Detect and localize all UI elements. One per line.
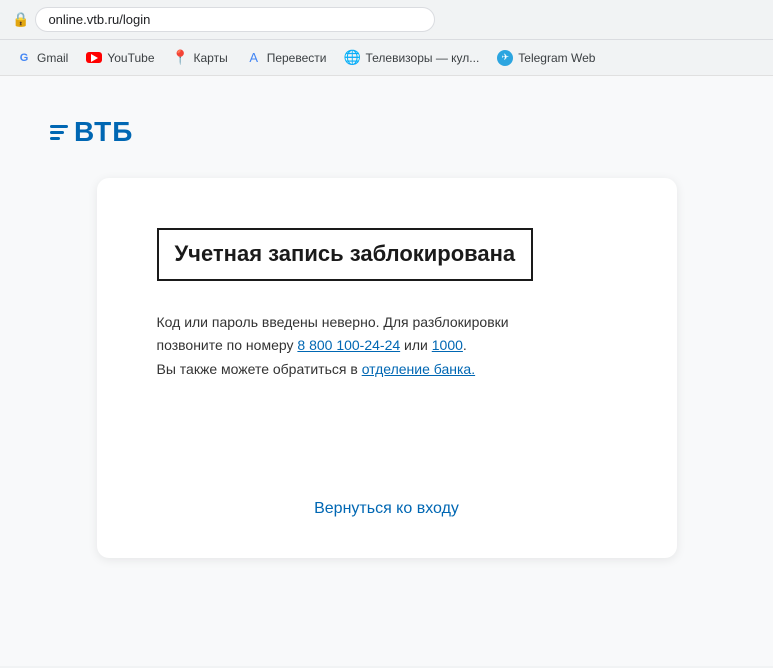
browser-chrome: 🔒 online.vtb.ru/login G Gmail YouTube 📍 — [0, 0, 773, 76]
youtube-icon — [86, 52, 102, 63]
bookmark-gmail-label: Gmail — [37, 51, 68, 65]
lock-icon: 🔒 — [12, 11, 29, 28]
vtb-logo-area: ВТБ — [20, 96, 753, 168]
tvs-favicon: 🌐 — [344, 50, 360, 66]
card-top: Учетная запись заблокирована Код или пар… — [157, 228, 617, 430]
back-link-area: Вернуться ко входу — [157, 470, 617, 518]
vtb-logo-text: ВТБ — [74, 116, 133, 148]
phone2-link[interactable]: 1000 — [432, 337, 463, 353]
translate-favicon: A — [246, 50, 262, 66]
telegram-favicon: ✈ — [497, 50, 513, 66]
gmail-favicon: G — [16, 50, 32, 66]
bookmark-youtube[interactable]: YouTube — [78, 46, 162, 70]
bookmark-tvs[interactable]: 🌐 Телевизоры — кул... — [336, 46, 487, 70]
globe-icon: 🌐 — [344, 49, 361, 66]
vtb-logo: ВТБ — [50, 116, 133, 148]
maps-pin-icon: 📍 — [172, 49, 189, 66]
vtb-stripe-icon — [50, 125, 68, 140]
body-text-line3: Вы также можете обратиться в — [157, 361, 362, 377]
bookmark-tvs-label: Телевизоры — кул... — [365, 51, 479, 65]
translate-icon: A — [249, 50, 258, 65]
bookmark-telegram[interactable]: ✈ Telegram Web — [489, 46, 603, 70]
vtb-line-2 — [50, 131, 64, 134]
vtb-line-3 — [50, 137, 60, 140]
body-or: или — [400, 337, 432, 353]
bookmark-maps[interactable]: 📍 Карты — [165, 46, 236, 70]
gmail-icon: G — [20, 52, 29, 64]
main-card: Учетная запись заблокирована Код или пар… — [97, 178, 677, 558]
youtube-play-icon — [91, 54, 98, 62]
youtube-favicon — [86, 50, 102, 66]
bookmark-translate[interactable]: A Перевести — [238, 46, 335, 70]
body-text-line2: позвоните по номеру — [157, 337, 298, 353]
bookmark-youtube-label: YouTube — [107, 51, 154, 65]
address-bar: 🔒 online.vtb.ru/login — [0, 0, 773, 40]
page-content: ВТБ Учетная запись заблокирована Код или… — [0, 76, 773, 666]
bookmark-telegram-label: Telegram Web — [518, 51, 595, 65]
vtb-line-1 — [50, 125, 68, 128]
back-to-login-link[interactable]: Вернуться ко входу — [314, 500, 459, 517]
url-field[interactable]: online.vtb.ru/login — [35, 7, 435, 32]
bookmarks-bar: G Gmail YouTube 📍 Карты A Перевес — [0, 40, 773, 76]
bookmark-maps-label: Карты — [194, 51, 228, 65]
maps-favicon: 📍 — [173, 50, 189, 66]
bookmark-translate-label: Перевести — [267, 51, 327, 65]
phone1-link[interactable]: 8 800 100-24-24 — [297, 337, 400, 353]
card-body: Код или пароль введены неверно. Для разб… — [157, 311, 617, 382]
card-title: Учетная запись заблокирована — [157, 228, 534, 281]
telegram-icon: ✈ — [497, 50, 513, 66]
body-text-line1: Код или пароль введены неверно. Для разб… — [157, 314, 509, 330]
bookmark-gmail[interactable]: G Gmail — [8, 46, 76, 70]
branch-link[interactable]: отделение банка. — [362, 361, 475, 377]
